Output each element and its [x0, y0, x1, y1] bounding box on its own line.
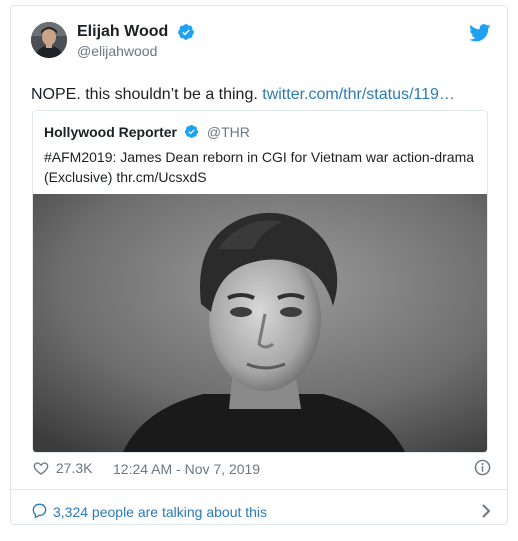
quoted-tweet-text: #AFM2019: James Dean reborn in CGI for V… [44, 149, 475, 185]
conversation-label[interactable]: 3,324 people are talking about this [53, 504, 267, 520]
avatar[interactable] [31, 22, 67, 58]
heart-icon[interactable] [33, 460, 49, 476]
tweet-header: Elijah Wood @elijahwood [31, 22, 491, 68]
info-icon[interactable] [474, 459, 491, 476]
tweet-link[interactable]: twitter.com/thr/status/119… [262, 86, 455, 103]
conversation-link[interactable]: 3,324 people are talking about this [31, 498, 491, 522]
chevron-right-icon[interactable] [481, 504, 491, 518]
tweet-text: NOPE. this shouldn’t be a thing. twitter… [31, 85, 455, 105]
quoted-author-handle[interactable]: @THR [207, 124, 250, 140]
verified-badge-icon [177, 24, 194, 40]
author-handle[interactable]: @elijahwood [77, 43, 195, 59]
author-display-name[interactable]: Elijah Wood [77, 23, 168, 41]
tweet-timestamp[interactable]: 12:24 AM - Nov 7, 2019 [113, 461, 260, 477]
quoted-author-name[interactable]: Hollywood Reporter [44, 124, 177, 140]
twitter-bird-icon[interactable] [469, 24, 491, 42]
quoted-tweet-header: Hollywood Reporter @THR [44, 123, 250, 141]
like-action[interactable]: 27.3K [33, 459, 92, 476]
footer-divider [11, 489, 507, 490]
avatar-photo [31, 22, 67, 58]
quoted-tweet[interactable]: Hollywood Reporter @THR #AFM2019: James … [32, 110, 488, 453]
likes-count: 27.3K [55, 460, 93, 477]
quoted-verified-badge-icon [185, 125, 199, 139]
author-block[interactable]: Elijah Wood @elijahwood [77, 23, 195, 59]
quoted-tweet-photo[interactable] [33, 194, 487, 452]
tweet-card[interactable]: Elijah Wood @elijahwood NOPE. this shoul… [10, 5, 508, 525]
tweet-footer: 27.3K 12:24 AM - Nov 7, 2019 [33, 457, 491, 479]
tweet-body: NOPE. this shouldn’t be a thing. [31, 86, 258, 103]
comment-icon [32, 503, 47, 518]
portrait-photo [33, 194, 487, 452]
